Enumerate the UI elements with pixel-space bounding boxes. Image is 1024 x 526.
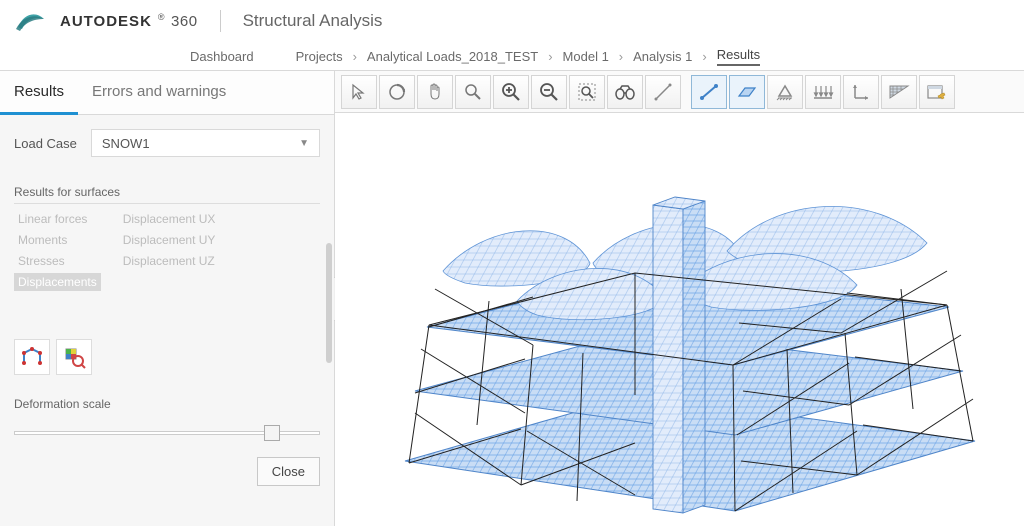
deformation-scale-label: Deformation scale	[14, 397, 320, 415]
brand-reg: ®	[158, 12, 165, 22]
logo	[14, 9, 46, 33]
app-subtitle: Structural Analysis	[243, 11, 383, 31]
crumb-dashboard[interactable]: Dashboard	[190, 49, 254, 64]
settings-icon[interactable]	[919, 75, 955, 109]
view-toolbar	[335, 71, 1024, 113]
sidebar-panel: Results Errors and warnings Load Case SN…	[0, 71, 335, 526]
crumb-projects[interactable]: Projects	[296, 49, 343, 64]
crumb-analysis[interactable]: Analysis 1	[633, 49, 692, 64]
crumb-project-name[interactable]: Analytical Loads_2018_TEST	[367, 49, 538, 64]
measure-icon[interactable]	[645, 75, 681, 109]
main-area: Results Errors and warnings Load Case SN…	[0, 70, 1024, 526]
result-disp-uy[interactable]: Displacement UY	[119, 231, 220, 249]
result-displacements[interactable]: Displacements	[14, 273, 101, 291]
tab-results[interactable]: Results	[0, 71, 78, 115]
display-mode-buttons	[14, 339, 320, 375]
result-linear-forces[interactable]: Linear forces	[14, 210, 101, 228]
line-element-icon[interactable]	[691, 75, 727, 109]
results-for-surfaces-title: Results for surfaces	[14, 185, 320, 204]
axis-icon[interactable]	[843, 75, 879, 109]
result-disp-ux[interactable]: Displacement UX	[119, 210, 220, 228]
autodesk-logo-icon	[14, 9, 46, 33]
deformation-scale-section: Deformation scale	[14, 397, 320, 435]
zoom-in-icon[interactable]	[493, 75, 529, 109]
zoom-extents-icon[interactable]	[569, 75, 605, 109]
viewport	[335, 71, 1024, 526]
sidebar-tabs: Results Errors and warnings	[0, 71, 334, 115]
results-component-col: Displacement UX Displacement UY Displace…	[119, 210, 220, 291]
tab-errors-warnings[interactable]: Errors and warnings	[78, 71, 240, 114]
result-disp-uz[interactable]: Displacement UZ	[119, 252, 220, 270]
load-case-row: Load Case SNOW1 ▼	[14, 129, 320, 157]
support-icon[interactable]	[767, 75, 803, 109]
load-icon[interactable]	[805, 75, 841, 109]
breadcrumb: Dashboard Projects › Analytical Loads_20…	[0, 42, 1024, 70]
header-divider	[220, 10, 221, 32]
chevron-right-icon: ›	[353, 49, 357, 64]
app-header: AUTODESK ® 360 Structural Analysis	[0, 0, 1024, 42]
chevron-right-icon: ›	[548, 49, 552, 64]
load-case-label: Load Case	[14, 136, 77, 151]
results-type-col: Linear forces Moments Stresses Displacem…	[14, 210, 101, 291]
crumb-current: Results	[717, 47, 760, 66]
brand-360: 360	[171, 13, 198, 30]
panel-element-icon[interactable]	[729, 75, 765, 109]
pan-icon[interactable]	[417, 75, 453, 109]
sidebar-body: Load Case SNOW1 ▼ Results for surfaces L…	[0, 115, 334, 526]
result-moments[interactable]: Moments	[14, 231, 101, 249]
slider-thumb[interactable]	[264, 425, 280, 441]
brand-bold: AUTODESK	[60, 13, 152, 30]
result-stresses[interactable]: Stresses	[14, 252, 101, 270]
zoom-out-icon[interactable]	[531, 75, 567, 109]
cursor-icon[interactable]	[341, 75, 377, 109]
close-button[interactable]: Close	[257, 457, 320, 486]
load-case-value: SNOW1	[102, 136, 150, 151]
crumb-model[interactable]: Model 1	[563, 49, 609, 64]
zoom-icon[interactable]	[455, 75, 491, 109]
model-canvas[interactable]	[335, 113, 1024, 526]
contour-display-button[interactable]	[56, 339, 92, 375]
orbit-icon[interactable]	[379, 75, 415, 109]
load-case-select[interactable]: SNOW1 ▼	[91, 129, 320, 157]
chevron-right-icon: ›	[702, 49, 706, 64]
caret-down-icon: ▼	[299, 138, 309, 149]
deformation-scale-slider[interactable]	[14, 431, 320, 435]
surface-icon[interactable]	[881, 75, 917, 109]
frame-display-button[interactable]	[14, 339, 50, 375]
chevron-right-icon: ›	[619, 49, 623, 64]
sidebar-scrollbar[interactable]	[326, 243, 332, 363]
brand-text: AUTODESK ® 360	[60, 13, 198, 30]
app-window: AUTODESK ® 360 Structural Analysis Dashbo…	[0, 0, 1024, 526]
results-for-surfaces-section: Results for surfaces Linear forces Momen…	[14, 185, 320, 291]
binoculars-icon[interactable]	[607, 75, 643, 109]
